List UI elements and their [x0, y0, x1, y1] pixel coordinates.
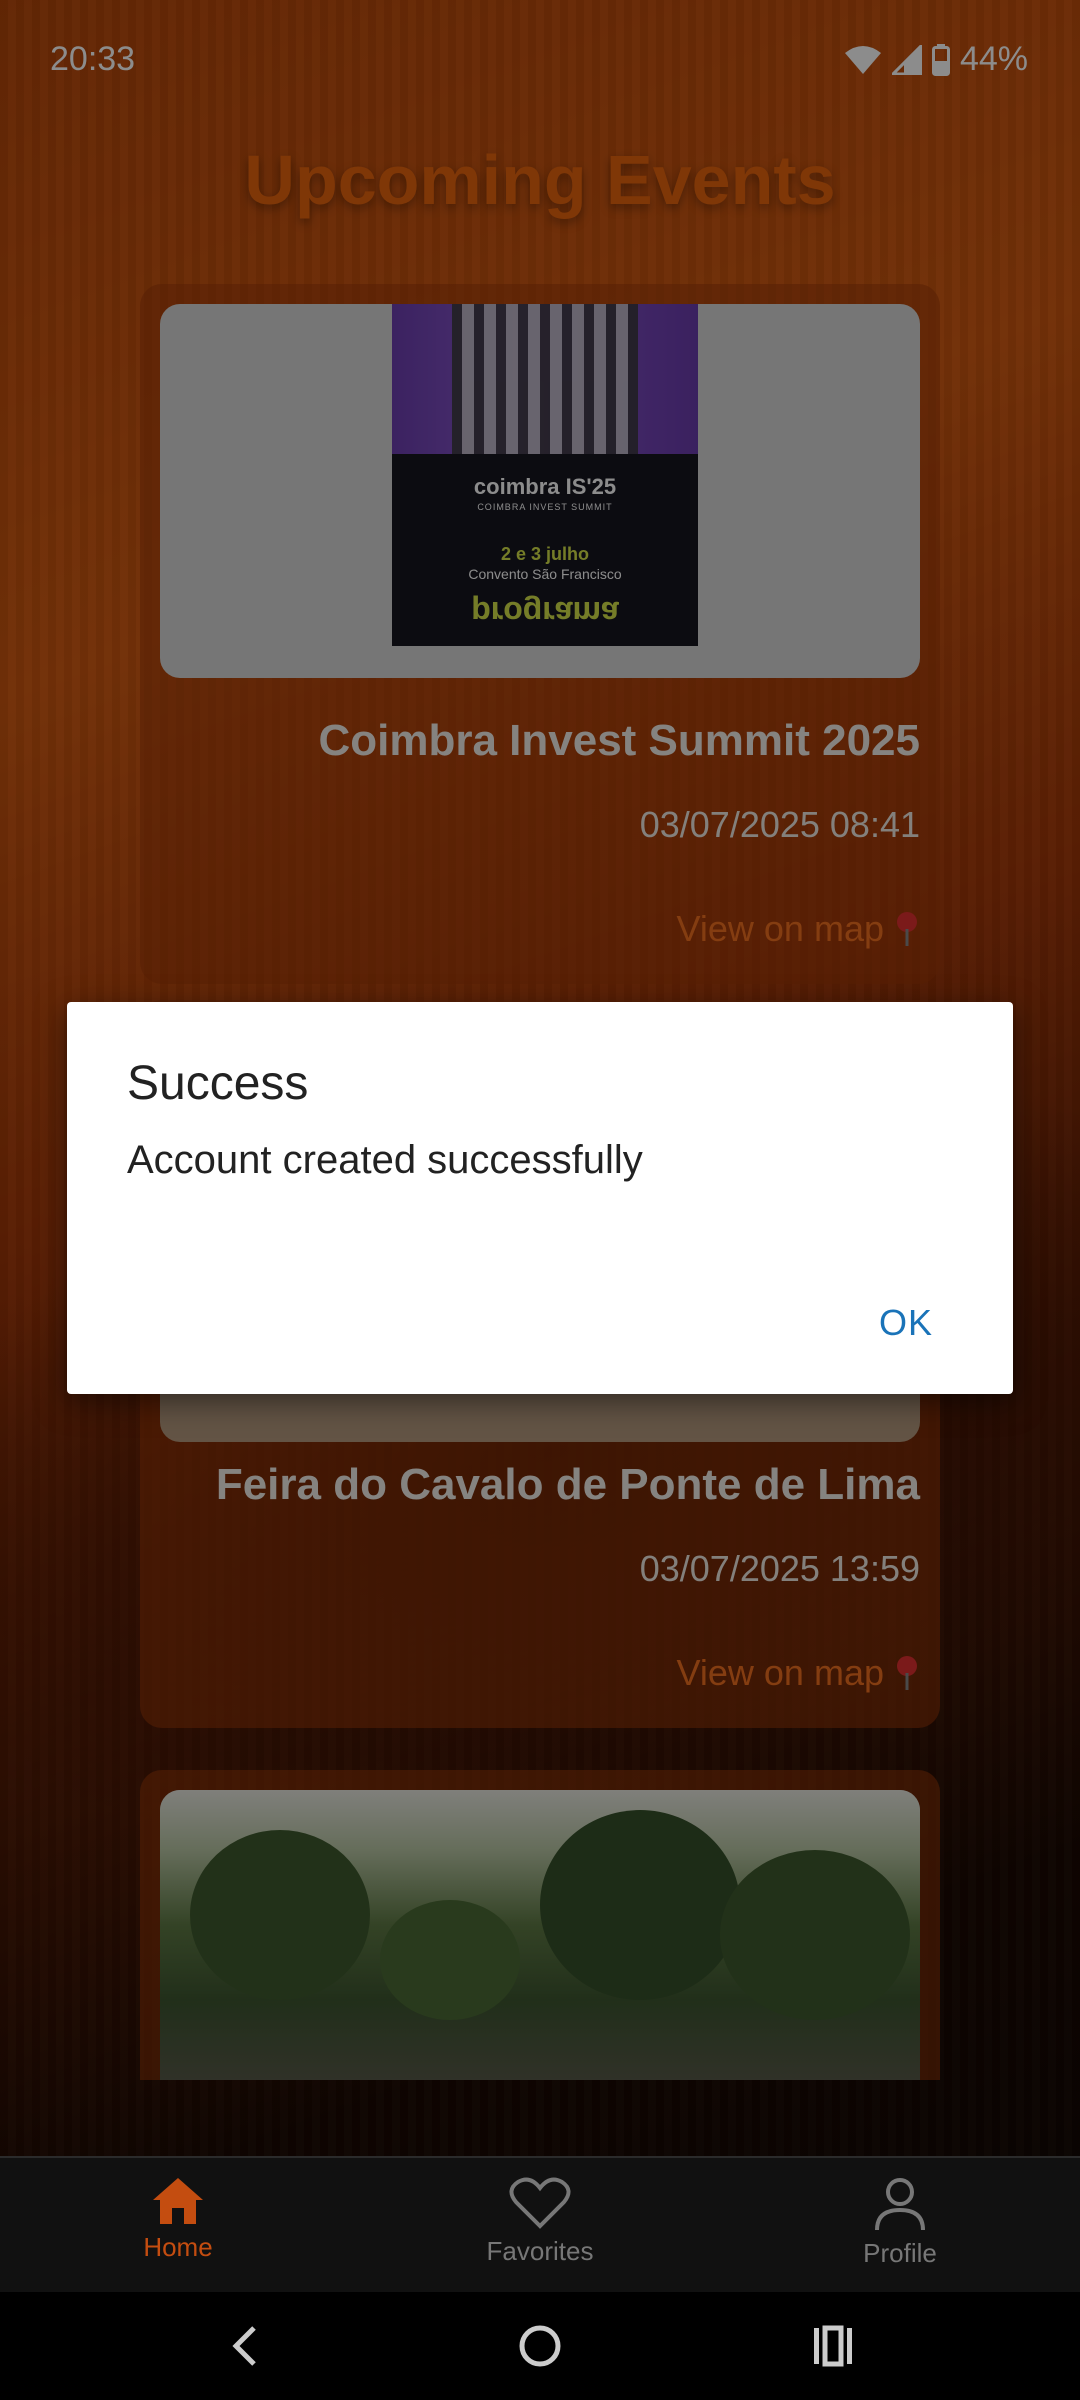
- nav-favorites-label: Favorites: [486, 2236, 594, 2266]
- success-dialog: Success Account created successfully OK: [67, 1002, 1013, 1394]
- back-icon[interactable]: [226, 2322, 266, 2375]
- nav-home[interactable]: Home: [78, 2176, 278, 2263]
- nav-home-label: Home: [143, 2232, 213, 2262]
- nav-profile-label: Profile: [863, 2238, 937, 2268]
- dialog-title: Success: [127, 1057, 309, 1110]
- person-icon: [800, 2176, 1000, 2232]
- ok-button[interactable]: OK: [879, 1302, 933, 1344]
- nav-favorites[interactable]: Favorites: [440, 2176, 640, 2267]
- nav-profile[interactable]: Profile: [800, 2176, 1000, 2269]
- home-icon: [78, 2176, 278, 2226]
- recents-icon[interactable]: [810, 2322, 856, 2375]
- system-nav-bar: [0, 2292, 1080, 2400]
- home-circle-icon[interactable]: [517, 2322, 563, 2375]
- heart-icon: [440, 2176, 640, 2230]
- bottom-nav: Home Favorites Profile: [0, 2156, 1080, 2292]
- dialog-message: Account created successfully: [127, 1138, 643, 1182]
